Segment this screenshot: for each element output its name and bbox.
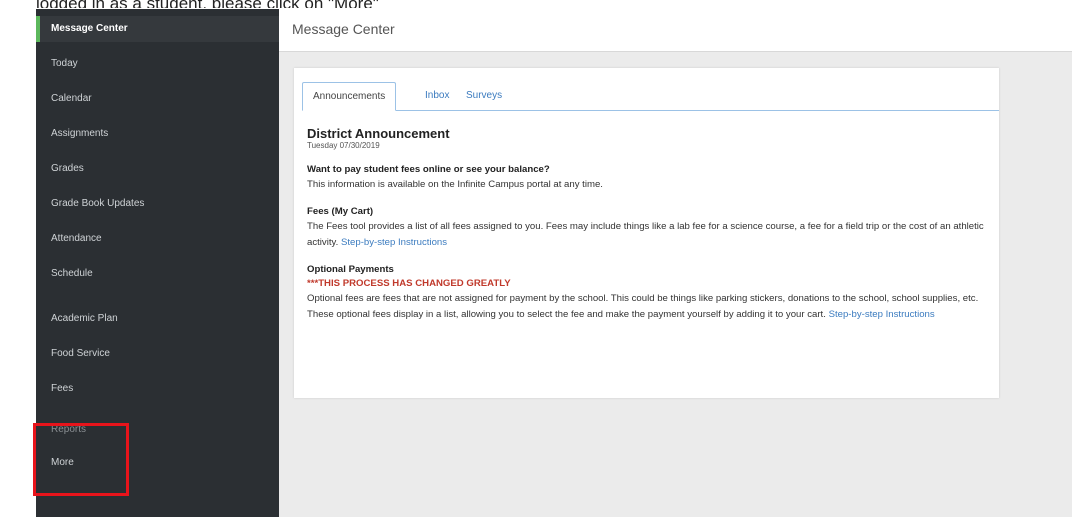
main-area: Message Center Announcements Inbox Surve… xyxy=(279,9,1072,517)
more-highlight-box xyxy=(33,423,129,496)
sidebar-item-calendar[interactable]: Calendar xyxy=(36,86,279,112)
section-text: This information is available on the Inf… xyxy=(307,179,603,190)
tab-announcements[interactable]: Announcements xyxy=(302,82,397,111)
instruction-text: logged in as a student, please click on … xyxy=(36,0,379,8)
section-pay-fees: Want to pay student fees online or see y… xyxy=(307,163,992,193)
tab-bar: Announcements Inbox Surveys xyxy=(302,82,999,111)
sidebar-item-today[interactable]: Today xyxy=(36,51,279,77)
sidebar-item-assignments[interactable]: Assignments xyxy=(36,121,279,147)
announcement-title: District Announcement xyxy=(307,126,450,141)
page-title: Message Center xyxy=(292,21,395,37)
tab-inbox[interactable]: Inbox xyxy=(425,82,449,110)
sidebar-item-food-service[interactable]: Food Service xyxy=(36,341,279,367)
section-text: The Fees tool provides a list of all fee… xyxy=(307,219,992,251)
section-optional-payments: Optional Payments ***THIS PROCESS HAS CH… xyxy=(307,263,992,323)
sidebar-item-attendance[interactable]: Attendance xyxy=(36,226,279,252)
sidebar-item-grades[interactable]: Grades xyxy=(36,156,279,182)
step-by-step-link[interactable]: Step-by-step Instructions xyxy=(341,237,447,248)
warning-text: ***THIS PROCESS HAS CHANGED GREATLY xyxy=(307,278,511,289)
sidebar-item-fees[interactable]: Fees xyxy=(36,376,279,402)
sidebar-item-message-center[interactable]: Message Center xyxy=(36,16,279,42)
tab-surveys[interactable]: Surveys xyxy=(466,82,502,110)
announcement-date: Tuesday 07/30/2019 xyxy=(307,141,380,150)
sidebar-item-schedule[interactable]: Schedule xyxy=(36,261,279,287)
section-text: Optional fees are fees that are not assi… xyxy=(307,291,992,323)
section-heading: Want to pay student fees online or see y… xyxy=(307,164,550,175)
step-by-step-link[interactable]: Step-by-step Instructions xyxy=(829,309,935,320)
section-fees-my-cart: Fees (My Cart) The Fees tool provides a … xyxy=(307,205,992,251)
page-header: Message Center xyxy=(279,9,1072,52)
sidebar-item-grade-book-updates[interactable]: Grade Book Updates xyxy=(36,191,279,217)
section-heading: Fees (My Cart) xyxy=(307,206,374,217)
sidebar-item-academic-plan[interactable]: Academic Plan xyxy=(36,306,279,332)
announcements-card: Announcements Inbox Surveys District Ann… xyxy=(294,68,999,398)
announcement-content: District Announcement Tuesday 07/30/2019… xyxy=(307,126,992,335)
section-heading: Optional Payments xyxy=(307,264,394,275)
